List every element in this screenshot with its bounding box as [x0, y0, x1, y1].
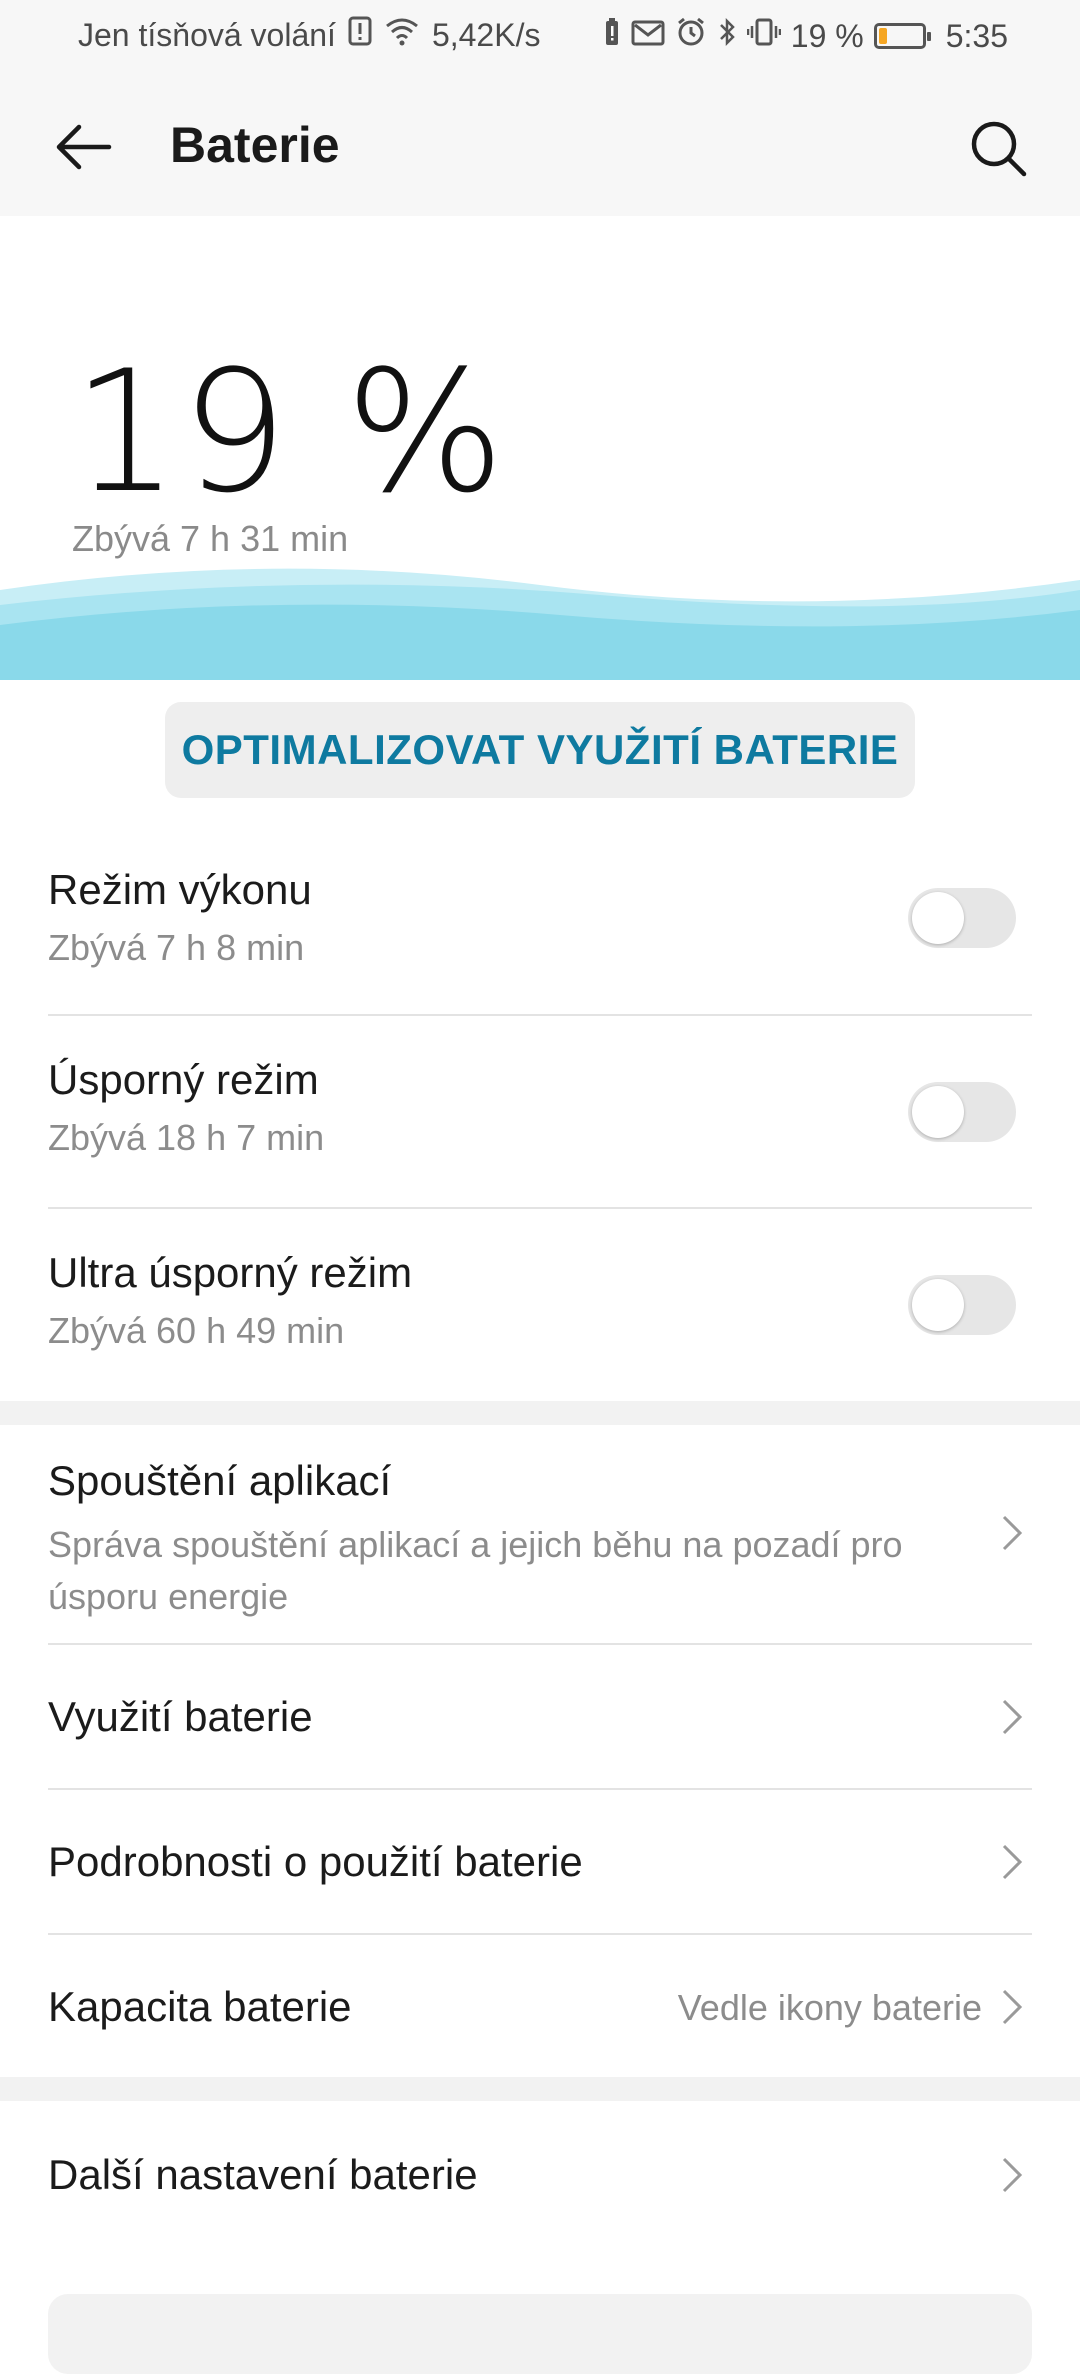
setting-title: Další nastavení baterie: [48, 2151, 478, 2198]
search-icon: [971, 121, 1027, 177]
mode-performance[interactable]: Režim výkonu Zbývá 7 h 8 min: [0, 840, 1080, 1016]
section-gap: [0, 2077, 1080, 2101]
battery-icon: [873, 23, 931, 49]
chevron-right-icon: [1002, 1515, 1023, 1551]
battery-alert-icon: [603, 17, 621, 55]
battery-hero: 19 % Zbývá 7 h 31 min: [0, 216, 1080, 680]
battery-fill: [878, 28, 888, 44]
performance-toggle[interactable]: [908, 888, 1016, 948]
mail-icon: [631, 18, 665, 55]
power-saving-toggle[interactable]: [908, 1082, 1016, 1142]
mode-subtitle: Zbývá 18 h 7 min: [48, 1117, 325, 1158]
sim-alert-icon: [348, 16, 372, 54]
setting-title: Spouštění aplikací: [48, 1457, 392, 1504]
status-bar: Jen tísňová volání 5,42K/s 19 % 5:35: [0, 0, 1080, 72]
back-button[interactable]: [48, 112, 118, 182]
arrow-left-icon: [56, 124, 112, 170]
bottom-card: [48, 2294, 1032, 2374]
toggle-knob: [912, 892, 964, 944]
setting-subtitle-line2: úsporu energie: [48, 1576, 289, 1617]
mode-title: Režim výkonu: [48, 866, 312, 913]
app-launch-item[interactable]: Spouštění aplikací Správa spouštění apli…: [0, 1425, 1080, 1643]
chevron-right-icon: [1002, 2157, 1023, 2193]
alarm-icon: [675, 16, 707, 56]
chevron-right-icon: [1002, 1989, 1023, 2025]
wifi-icon: [384, 16, 420, 54]
optimize-battery-button[interactable]: OPTIMALIZOVAT VYUŽITÍ BATERIE: [165, 702, 915, 798]
network-speed: 5,42K/s: [431, 16, 541, 53]
carrier-text: Jen tísňová volání: [78, 16, 336, 53]
mode-subtitle: Zbývá 60 h 49 min: [48, 1310, 345, 1351]
page-title: Baterie: [170, 117, 340, 173]
setting-title: Využití baterie: [48, 1693, 313, 1740]
mode-ultra-saving[interactable]: Ultra úsporný režim Zbývá 60 h 49 min: [0, 1209, 1080, 1401]
battery-percent: 19 %: [72, 334, 507, 530]
battery-usage-details-item[interactable]: Podrobnosti o použití baterie: [0, 1790, 1080, 1934]
section-gap: [0, 1401, 1080, 1425]
mode-title: Ultra úsporný režim: [48, 1249, 413, 1296]
chevron-right-icon: [1002, 1699, 1023, 1735]
mode-power-saving[interactable]: Úsporný režim Zbývá 18 h 7 min: [0, 1016, 1080, 1208]
setting-value: Vedle ikony baterie: [677, 1987, 982, 2028]
mode-title: Úsporný režim: [48, 1056, 319, 1103]
remaining-time: Zbývá 7 h 31 min: [72, 518, 349, 559]
battery-percent-status: 19 %: [790, 17, 864, 54]
toggle-knob: [912, 1279, 964, 1331]
more-battery-settings-item[interactable]: Další nastavení baterie: [0, 2101, 1080, 2251]
ultra-saving-toggle[interactable]: [908, 1275, 1016, 1335]
status-right: 19 % 5:35: [603, 16, 1008, 56]
setting-subtitle-line1: Správa spouštění aplikací a jejich běhu …: [48, 1524, 903, 1565]
mode-subtitle: Zbývá 7 h 8 min: [48, 927, 305, 968]
setting-title: Podrobnosti o použití baterie: [48, 1838, 583, 1885]
search-button[interactable]: [960, 110, 1036, 186]
toggle-knob: [912, 1086, 964, 1138]
battery-wave: [0, 568, 1080, 680]
chevron-right-icon: [1002, 1844, 1023, 1880]
battery-usage-item[interactable]: Využití baterie: [0, 1645, 1080, 1789]
vibrate-icon: [746, 17, 782, 55]
status-left: Jen tísňová volání 5,42K/s: [78, 16, 540, 54]
app-bar: Baterie: [0, 72, 1080, 216]
setting-title: Kapacita baterie: [48, 1983, 352, 2030]
clock: 5:35: [945, 17, 1008, 54]
battery-capacity-item[interactable]: Kapacita baterie Vedle ikony baterie: [0, 1935, 1080, 2077]
bluetooth-icon: [717, 17, 737, 55]
